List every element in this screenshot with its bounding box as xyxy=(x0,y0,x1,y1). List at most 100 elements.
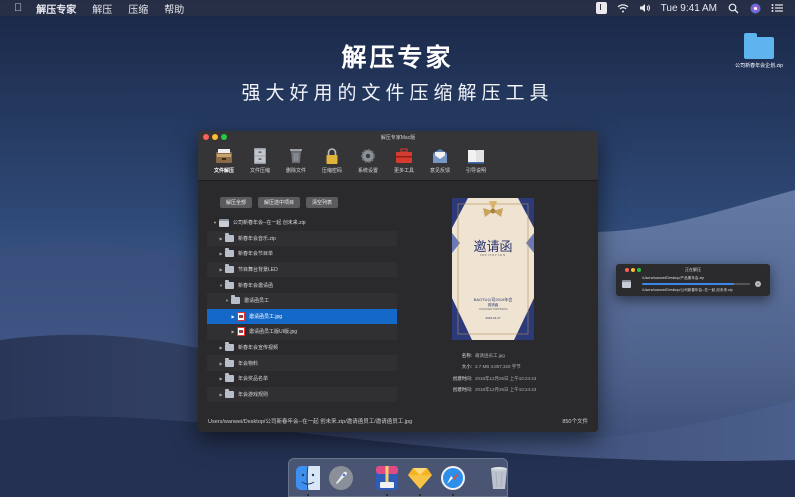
tree-row-label: 公司新春年会--在一起 创未来.zip xyxy=(233,220,306,227)
popup-source-path: /Users/wanwei/Desktop/产品素年会.zip xyxy=(642,276,705,280)
running-indicator xyxy=(386,493,388,496)
disclosure-closed-icon[interactable]: ▶ xyxy=(217,376,225,381)
book-icon xyxy=(467,148,485,164)
info-value: 2018年12月26日 上午10:24:43 xyxy=(475,376,537,381)
tree-row-label: 年会物料 xyxy=(238,360,259,367)
info-key: 名称: xyxy=(461,353,472,358)
dock-safari[interactable] xyxy=(440,465,466,496)
apple-menu-icon[interactable]:  xyxy=(14,2,22,14)
popup-dest-path: /Users/wanwei/Desktop/公司新春年会--在一起 创未来.zi… xyxy=(642,288,733,292)
tool-label: 文件解压 xyxy=(213,168,234,174)
tree-row[interactable]: ▶ 节目舞台背景LED xyxy=(207,261,397,278)
zip-app-icon xyxy=(376,465,398,490)
finder-icon xyxy=(296,465,320,490)
tree-row[interactable]: ▶ 邀请函员工版UI版.jpg xyxy=(207,324,397,340)
menu-app-name[interactable]: 解压专家 xyxy=(36,1,76,16)
extract-all-button[interactable]: 解压全部 xyxy=(220,197,253,208)
tool-more[interactable]: 更多工具 xyxy=(386,148,422,174)
folder-icon xyxy=(225,373,234,383)
folder-icon xyxy=(225,279,234,289)
disclosure-closed-icon[interactable]: ▶ xyxy=(217,345,225,350)
disclosure-closed-icon[interactable]: ▶ xyxy=(217,236,225,241)
tree-row[interactable]: ▶ 新春年会音乐.zip xyxy=(207,230,397,247)
tree-row[interactable]: ▼ 邀请函员工 xyxy=(207,292,397,309)
tree-row[interactable]: ▶ 年会奖品名单 xyxy=(207,371,397,387)
diamond-icon xyxy=(408,467,432,489)
tree-row[interactable]: ▶ 新春年会节目单 xyxy=(207,246,397,262)
notification-center-icon[interactable] xyxy=(771,3,783,14)
dock-launchpad[interactable] xyxy=(328,465,354,491)
dock-trash[interactable] xyxy=(486,465,512,491)
menu-bar:  解压专家 解压 压缩 帮助 Tue 9:41 AM xyxy=(0,0,795,16)
tree-row[interactable]: ▶ 新春年会宣传视频 xyxy=(207,340,397,356)
disclosure-open-icon[interactable]: ▼ xyxy=(217,283,225,288)
siri-icon[interactable] xyxy=(749,3,761,14)
tree-row-label: 邀请函员工 xyxy=(244,298,270,305)
main-window: 解压专家Mac版 文件解压 文件压缩 删除文件 压缩密码 系统设置 更多工具 意… xyxy=(198,131,598,432)
info-key: 创建时间: xyxy=(452,376,472,381)
info-value: 2018年12月26日 上午10:24:43 xyxy=(475,387,537,392)
disclosure-closed-icon[interactable]: ▶ xyxy=(217,392,225,397)
dock-finder[interactable] xyxy=(295,465,321,496)
menu-compress[interactable]: 压缩 xyxy=(128,1,148,16)
tool-compress[interactable]: 文件压缩 xyxy=(242,148,278,174)
info-size-row: 大小: 3.7 MB 3,857,320 字节 xyxy=(404,364,584,370)
tree-row[interactable]: ▶ 年会游戏规则 xyxy=(207,386,397,403)
disclosure-closed-icon[interactable]: ▶ xyxy=(217,361,225,366)
tree-row-label: 节目舞台背景LED xyxy=(238,267,278,274)
cabinet-icon xyxy=(251,148,269,164)
lock-icon xyxy=(323,148,341,164)
image-file-icon xyxy=(237,311,245,321)
wifi-icon[interactable] xyxy=(617,3,629,14)
progress-popup: 正在解压 /Users/wanwei/Desktop/产品素年会.zip /Us… xyxy=(616,264,770,296)
tool-guide[interactable]: 引导说明 xyxy=(458,148,494,174)
tree-row[interactable]: ▼ 公司新春年会--在一起 创未来.zip xyxy=(207,215,397,231)
tool-settings[interactable]: 系统设置 xyxy=(350,148,386,174)
extract-selected-button[interactable]: 解压选中项目 xyxy=(258,197,301,208)
status-area: Tue 9:41 AM xyxy=(595,2,783,14)
folder-icon xyxy=(225,388,234,398)
info-modified-row: 创建时间: 2018年12月26日 上午10:24:43 xyxy=(404,387,584,393)
action-buttons: 解压全部 解压选中项目 清空列表 xyxy=(220,197,339,208)
dock-sketch[interactable] xyxy=(407,465,433,496)
promo-subline: 强大好用的文件压缩解压工具 xyxy=(241,83,554,104)
disclosure-closed-icon[interactable]: ▶ xyxy=(229,314,237,319)
compass-icon xyxy=(441,465,465,490)
tree-row[interactable]: ▶ 邀请函员工.jpg xyxy=(207,308,397,325)
menu-clock[interactable]: Tue 9:41 AM xyxy=(661,3,717,14)
info-name-row: 名称: 邀请函员工.jpg xyxy=(404,353,584,359)
tree-row[interactable]: ▼ 新春年会邀请函 xyxy=(207,277,397,293)
tool-label: 删除文件 xyxy=(285,168,306,174)
zip-icon xyxy=(219,218,229,227)
status-bar: Users/wanwei/Desktop/公司新春年会--在一起 创未来.zip… xyxy=(198,410,598,432)
menu-help[interactable]: 帮助 xyxy=(164,1,184,16)
tool-extract[interactable]: 文件解压 xyxy=(206,148,242,174)
volume-icon[interactable] xyxy=(639,3,651,14)
tool-password[interactable]: 压缩密码 xyxy=(314,148,350,174)
disclosure-open-icon[interactable]: ▼ xyxy=(211,220,219,225)
zip-status-icon[interactable] xyxy=(595,2,607,14)
footer-count: 850个文件 xyxy=(562,419,588,425)
image-file-icon xyxy=(237,327,245,337)
running-indicator xyxy=(307,493,309,496)
tree-row[interactable]: ▶ 年会物料 xyxy=(207,355,397,371)
clear-list-button[interactable]: 清空列表 xyxy=(306,197,339,208)
rocket-icon xyxy=(329,465,353,490)
tree-row-label: 新春年会节目单 xyxy=(238,251,274,258)
search-icon[interactable] xyxy=(727,3,739,14)
cancel-icon[interactable]: × xyxy=(755,281,761,287)
tool-delete[interactable]: 删除文件 xyxy=(278,148,314,174)
disclosure-closed-icon[interactable]: ▶ xyxy=(217,251,225,256)
disclosure-closed-icon[interactable]: ▶ xyxy=(217,267,225,272)
dock-unzip-app[interactable] xyxy=(374,465,400,496)
popup-title: 正在解压 xyxy=(685,267,701,272)
tool-feedback[interactable]: 意见反馈 xyxy=(422,148,458,174)
tree-row-label: 邀请函员工版UI版.jpg xyxy=(249,329,298,336)
running-indicator xyxy=(419,493,421,496)
desktop-zip-file[interactable]: 公司新春年会企划.zip xyxy=(733,33,785,69)
disclosure-closed-icon[interactable]: ▶ xyxy=(229,329,237,334)
menu-extract[interactable]: 解压 xyxy=(92,1,112,16)
disclosure-open-icon[interactable]: ▼ xyxy=(223,298,231,303)
info-value: 3.7 MB 3,857,320 字节 xyxy=(475,364,521,369)
tree-row-label: 年会奖品名单 xyxy=(238,376,269,383)
